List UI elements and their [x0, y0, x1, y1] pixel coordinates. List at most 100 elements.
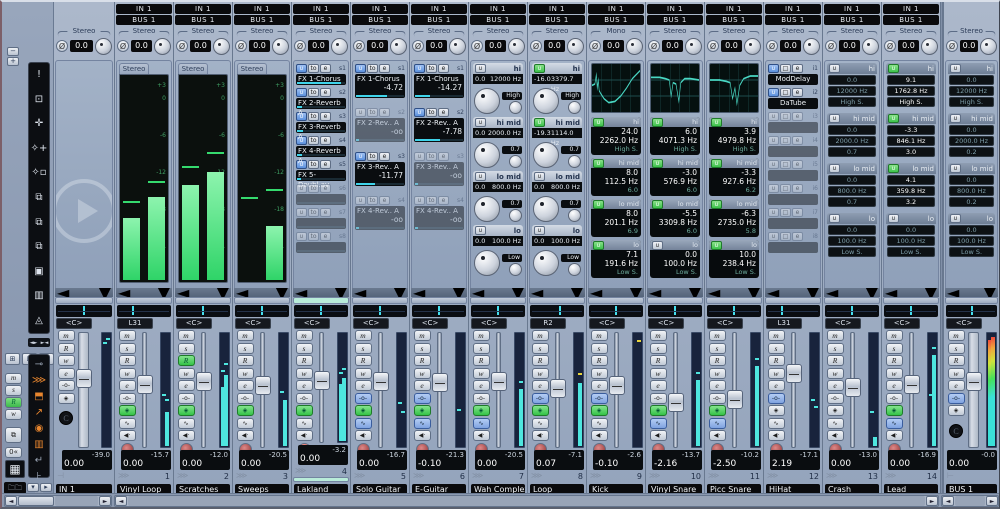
- scroll-track[interactable]: [955, 496, 985, 506]
- output-routing-select[interactable]: BUS 1: [529, 15, 585, 25]
- phase-button[interactable]: Ø: [648, 40, 660, 52]
- input-gain-knob[interactable]: [449, 37, 466, 55]
- eq-q-knob[interactable]: [568, 209, 581, 222]
- eq-band-display[interactable]: -16.0 3379.7 Hz: [532, 74, 582, 93]
- scroll-left-arrow[interactable]: ◄: [942, 496, 954, 506]
- speaker-icon[interactable]: ◀·: [118, 430, 136, 441]
- mute-button[interactable]: m: [472, 330, 490, 341]
- eq-q-value[interactable]: 0.2: [949, 197, 994, 207]
- send-power-button[interactable]: ∪: [296, 63, 307, 73]
- pan-slider[interactable]: [766, 305, 820, 317]
- eq-gain-value[interactable]: 24.0: [591, 127, 641, 136]
- speaker-icon[interactable]: ◀·: [590, 430, 608, 441]
- selection-bar[interactable]: [824, 297, 880, 304]
- record-view-icon[interactable]: ▣: [29, 264, 49, 280]
- eq-q-knob[interactable]: [509, 209, 522, 222]
- eq-gain-value[interactable]: 0.0: [650, 250, 700, 259]
- monitor-button[interactable]: ◈: [531, 405, 549, 416]
- fader-handle[interactable]: [432, 373, 448, 393]
- level-value-box[interactable]: -17.1 2.19: [770, 450, 820, 470]
- input-routing-select[interactable]: IN 1: [293, 4, 349, 14]
- input-gain-button[interactable]: -o-: [531, 392, 549, 404]
- bank-next-arrow[interactable]: ▸: [40, 483, 52, 492]
- input-gain-button[interactable]: -o-: [947, 392, 965, 404]
- meters-view-icon[interactable]: ▥: [29, 288, 49, 304]
- eq-q-value[interactable]: Low S.: [887, 247, 935, 257]
- listen-button[interactable]: ∿: [177, 417, 195, 429]
- inserts-view-icon[interactable]: ⬒: [29, 389, 49, 405]
- monitor-button[interactable]: ◈: [472, 405, 490, 416]
- eq-knob-view-icon[interactable]: ◉: [29, 421, 49, 437]
- send-name[interactable]: FX 3-Reverb A: [296, 122, 346, 141]
- read-automation-button[interactable]: R: [236, 355, 254, 366]
- fader-handle[interactable]: [314, 370, 330, 390]
- eq-band-display[interactable]: 0.0 800.0 Hz: [532, 182, 582, 192]
- global-write-button[interactable]: w: [5, 409, 22, 420]
- input-routing-select[interactable]: IN 1: [765, 4, 821, 14]
- output-routing-select[interactable]: BUS 1: [765, 15, 821, 25]
- eq-q-value[interactable]: Low S.: [949, 247, 994, 257]
- eq-freq-value[interactable]: 100.0 Hz: [650, 259, 700, 268]
- input-gain-button[interactable]: -o-: [885, 392, 903, 404]
- insert-power-button[interactable]: ∪: [768, 135, 779, 145]
- output-routing-select[interactable]: BUS 1: [588, 15, 644, 25]
- send-prefader-button[interactable]: to: [308, 231, 319, 241]
- send-name[interactable]: FX 4-Rev.. A -oo: [414, 206, 464, 230]
- listen-button[interactable]: ∿: [413, 417, 431, 429]
- solo-button[interactable]: s: [649, 342, 667, 354]
- eq-band-display[interactable]: 0.0 100.0 Hz: [473, 236, 523, 246]
- eq-power-button[interactable]: ∪: [711, 240, 722, 250]
- input-gain-knob[interactable]: [980, 37, 997, 55]
- mute-button[interactable]: m: [767, 330, 785, 341]
- scroll-left-arrow[interactable]: ◄: [5, 496, 17, 506]
- wave-view-icon[interactable]: ⋙: [29, 373, 49, 389]
- insert-name[interactable]: [768, 218, 818, 229]
- pan-value[interactable]: <C>: [353, 318, 389, 329]
- level-value-box[interactable]: -3.2 0.00: [298, 445, 348, 465]
- eq-freq-value[interactable]: 201.1 Hz: [591, 218, 641, 227]
- send-power-button[interactable]: ∪: [355, 151, 366, 161]
- input-routing-select[interactable]: IN 1: [411, 4, 467, 14]
- eq-freq-value[interactable]: 800.0 Hz: [949, 186, 994, 196]
- input-gain-value[interactable]: 0.0: [70, 40, 93, 52]
- write-automation-button[interactable]: w: [826, 367, 844, 379]
- pan-value[interactable]: R2: [530, 318, 566, 329]
- eq-gain-value[interactable]: 4.1: [887, 175, 935, 185]
- fader-handle[interactable]: [727, 390, 743, 410]
- eq-power-button[interactable]: ∪: [950, 114, 961, 123]
- speaker-icon[interactable]: ◀·: [354, 430, 372, 441]
- listen-button[interactable]: ∿: [708, 417, 726, 429]
- eq-gain-value[interactable]: 8.0: [591, 168, 641, 177]
- level-value-box[interactable]: -16.7 0.00: [357, 450, 407, 470]
- insert-power-button[interactable]: ∪: [768, 63, 779, 73]
- input-gain-button[interactable]: -o-: [236, 392, 254, 404]
- eq-gain-value[interactable]: 3.9: [709, 127, 759, 136]
- eq-power-button[interactable]: ∪: [534, 118, 545, 127]
- edit-channel-button[interactable]: e: [177, 380, 195, 391]
- speaker-icon[interactable]: ◀·: [885, 430, 903, 441]
- insert-name[interactable]: [768, 170, 818, 181]
- scroll-track[interactable]: [128, 496, 925, 506]
- send-prefader-button[interactable]: to: [308, 207, 319, 217]
- eq-power-button[interactable]: ∪: [593, 158, 604, 168]
- eq-freq-value[interactable]: 12000 Hz: [949, 86, 994, 96]
- eq-q-value[interactable]: 3.0: [887, 147, 935, 157]
- output-routing-select[interactable]: BUS 1: [647, 15, 703, 25]
- input-gain-knob[interactable]: [508, 37, 525, 55]
- eq-freq-value[interactable]: 100.0 Hz: [887, 236, 935, 246]
- send-prefader-button[interactable]: to: [367, 63, 378, 73]
- mute-button[interactable]: m: [177, 330, 195, 341]
- phase-button[interactable]: Ø: [530, 40, 542, 52]
- level-value-box[interactable]: -2.6 -0.10: [593, 450, 643, 470]
- talkback-icon[interactable]: !: [29, 67, 49, 83]
- eq-gain-value[interactable]: 9.1: [887, 75, 935, 85]
- insert-bypass-button[interactable]: □: [780, 183, 791, 193]
- send-name[interactable]: FX 3-Rev.. A -oo: [414, 162, 464, 186]
- read-automation-button[interactable]: R: [708, 355, 726, 366]
- eq-power-button[interactable]: ∪: [534, 172, 545, 181]
- input-gain-knob[interactable]: [803, 37, 820, 55]
- send-power-button[interactable]: ∪: [414, 151, 425, 161]
- scroll-thumb[interactable]: [18, 496, 54, 506]
- phase-button[interactable]: Ø: [766, 40, 778, 52]
- fader-handle[interactable]: [550, 379, 566, 398]
